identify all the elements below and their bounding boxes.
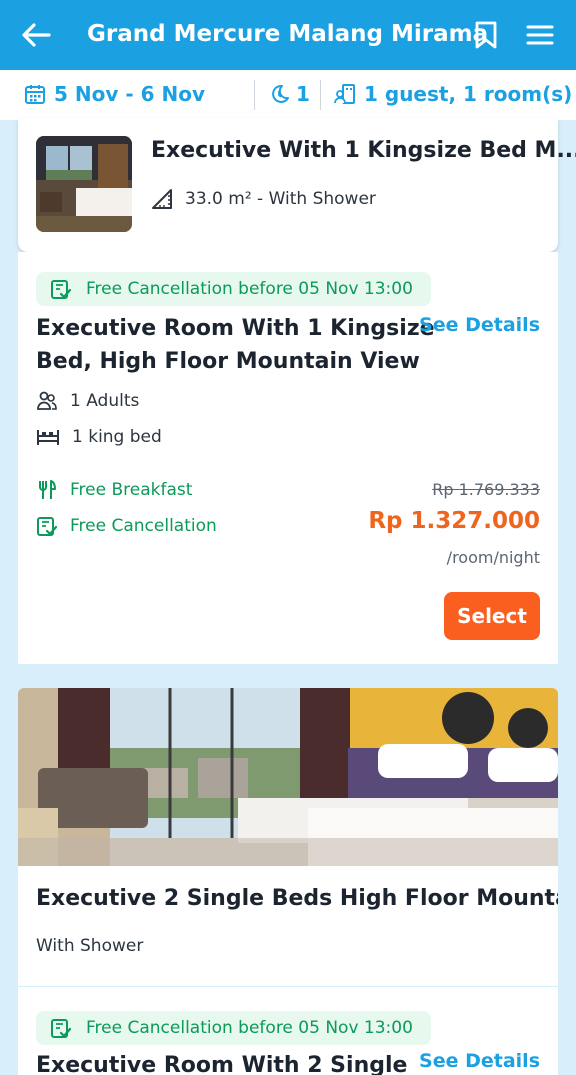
app-bar: Grand Mercure Malang Mirama bbox=[0, 0, 576, 70]
breakfast-text: Free Breakfast bbox=[70, 480, 193, 500]
see-details-link[interactable]: See Details bbox=[419, 314, 540, 336]
divider bbox=[320, 80, 321, 110]
rate-offer-card: Free Cancellation before 05 Nov 13:00 Ex… bbox=[18, 252, 558, 664]
cancellation-text: Free Cancellation bbox=[70, 516, 217, 536]
room-size-text: 33.0 m² - With Shower bbox=[185, 189, 376, 209]
adults-text: 1 Adults bbox=[70, 391, 140, 411]
date-range-text: 5 Nov - 6 Nov bbox=[54, 82, 206, 106]
back-arrow-icon[interactable] bbox=[18, 18, 54, 52]
offer-title: Executive Room With 2 Single bbox=[36, 1053, 408, 1075]
free-cancellation-badge: Free Cancellation before 05 Nov 13:00 bbox=[36, 272, 431, 306]
adults-icon bbox=[36, 390, 58, 412]
calendar-icon bbox=[24, 83, 46, 105]
room-thumbnail-image bbox=[36, 136, 132, 232]
room-type-card[interactable]: Executive With 1 Kingsize Bed M... 33.0 … bbox=[18, 118, 576, 252]
bookmark-icon[interactable] bbox=[470, 17, 502, 53]
cancellation-info: Free Cancellation bbox=[36, 515, 217, 537]
nights-count: 1 bbox=[296, 82, 310, 106]
guests-selector[interactable]: 1 guest, 1 room(s) bbox=[334, 70, 572, 118]
cancellation-check-icon bbox=[50, 1017, 72, 1039]
free-cancellation-badge: Free Cancellation before 05 Nov 13:00 bbox=[36, 1011, 431, 1045]
occupancy-info: 1 Adults bbox=[36, 390, 139, 412]
room-type-title: Executive 2 Single Beds High Floor Mount… bbox=[36, 886, 558, 911]
bed-text: 1 king bed bbox=[72, 427, 162, 447]
guests-text: 1 guest, 1 room(s) bbox=[364, 82, 573, 106]
ruler-triangle-icon bbox=[151, 188, 177, 210]
select-button[interactable]: Select bbox=[444, 592, 540, 640]
breakfast-info: Free Breakfast bbox=[36, 479, 192, 501]
original-price: Rp 1.769.333 bbox=[432, 480, 540, 499]
guest-room-icon bbox=[334, 83, 356, 105]
date-selector[interactable]: 5 Nov - 6 Nov bbox=[24, 70, 205, 118]
room-size-info: 33.0 m² - With Shower bbox=[151, 188, 376, 210]
rate-offer-card: Free Cancellation before 05 Nov 13:00 Ex… bbox=[18, 986, 558, 1075]
bed-info: 1 king bed bbox=[36, 426, 162, 448]
discounted-price: Rp 1.327.000 bbox=[368, 508, 540, 534]
divider bbox=[254, 80, 255, 110]
room-type-card[interactable]: Executive 2 Single Beds High Floor Mount… bbox=[18, 688, 558, 986]
price-unit: /room/night bbox=[446, 548, 540, 567]
cancellation-check-icon bbox=[36, 515, 58, 537]
offer-title-line: Bed, High Floor Mountain View bbox=[36, 349, 420, 374]
see-details-link[interactable]: See Details bbox=[419, 1050, 540, 1072]
nights-selector[interactable]: 1 bbox=[268, 70, 310, 118]
badge-text: Free Cancellation before 05 Nov 13:00 bbox=[86, 1018, 413, 1038]
room-photo-image bbox=[18, 688, 558, 866]
hamburger-menu-icon[interactable] bbox=[522, 17, 558, 53]
fork-knife-icon bbox=[36, 479, 58, 501]
badge-text: Free Cancellation before 05 Nov 13:00 bbox=[86, 279, 413, 299]
room-type-title: Executive With 1 Kingsize Bed M... bbox=[151, 138, 576, 163]
search-summary-bar: 5 Nov - 6 Nov 1 1 guest, 1 room(s) bbox=[0, 70, 576, 120]
offer-title-line: Executive Room With 1 Kingsize bbox=[36, 316, 435, 341]
moon-icon bbox=[268, 83, 290, 105]
offer-title: Executive Room With 1 Kingsize Bed, High… bbox=[36, 312, 435, 378]
cancellation-check-icon bbox=[50, 278, 72, 300]
room-feature-text: With Shower bbox=[36, 936, 144, 956]
bed-icon bbox=[36, 426, 60, 448]
hotel-name-title: Grand Mercure Malang Mirama bbox=[87, 21, 489, 47]
